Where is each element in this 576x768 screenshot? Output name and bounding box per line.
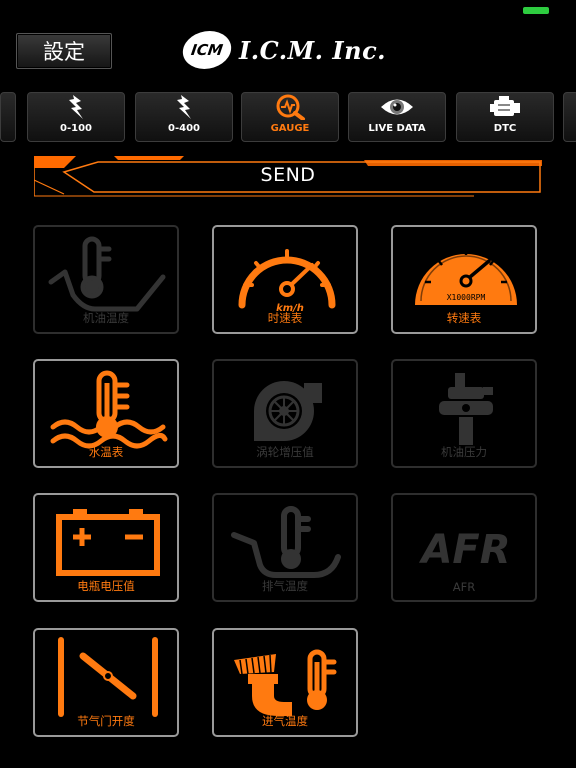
gauge-turbo[interactable]: 涡轮增压值 [212, 359, 358, 468]
svg-text:X1000RPM: X1000RPM [447, 293, 486, 302]
gauge-exhaust-temperature[interactable]: 排气温度 [212, 493, 358, 602]
gauge-battery-voltage[interactable]: 电瓶电压值 [33, 493, 179, 602]
gauge-oil-pressure[interactable]: 机油压力 [391, 359, 537, 468]
gauge-throttle[interactable]: 节气门开度 [33, 628, 179, 737]
tab-0-400[interactable]: 0-400 [135, 92, 233, 142]
tab-overflow-left[interactable] [0, 92, 16, 142]
tab-overflow-right[interactable] [563, 92, 576, 142]
gauge-label: 排气温度 [262, 579, 308, 593]
tab-dtc[interactable]: DTC [456, 92, 554, 142]
battery-indicator [523, 7, 549, 14]
lightning-icon [65, 94, 87, 120]
engine-icon [488, 94, 522, 120]
gauge-tachometer[interactable]: X1000RPM 转速表 [391, 225, 537, 334]
gauge-afr[interactable]: AFR AFR [391, 493, 537, 602]
tab-label: DTC [493, 123, 517, 134]
send-label: SEND [260, 164, 316, 186]
gauge-magnifier-icon [273, 94, 307, 120]
gauge-label: 涡轮增压值 [256, 445, 314, 459]
tab-label: 0-100 [60, 123, 92, 134]
send-button[interactable]: SEND [34, 154, 542, 198]
tab-bar: 0-100 0-400 GAUGE LIVE DATA DTC [0, 92, 576, 144]
gauge-oil-temperature[interactable]: 机油温度 [33, 225, 179, 334]
tab-0-100[interactable]: 0-100 [27, 92, 125, 142]
gauge-label: 水温表 [88, 445, 124, 459]
gauge-label: 转速表 [446, 311, 482, 325]
tab-gauge[interactable]: GAUGE [241, 92, 339, 142]
gauge-label: 节气门开度 [77, 714, 135, 728]
gauge-label: 时速表 [267, 311, 303, 325]
gauge-label: 电瓶电压值 [77, 579, 135, 593]
tab-label: 0-400 [168, 123, 200, 134]
settings-button[interactable]: 設定 [16, 33, 112, 69]
tab-label: LIVE DATA [368, 123, 426, 134]
lightning-icon [173, 94, 195, 120]
logo-badge: ICM [180, 31, 234, 69]
gauge-coolant-temperature[interactable]: 水温表 [33, 359, 179, 468]
tab-live-data[interactable]: LIVE DATA [348, 92, 446, 142]
tab-label: GAUGE [270, 123, 310, 134]
svg-text:AFR: AFR [418, 527, 510, 573]
gauge-intake-temperature[interactable]: 进气温度 [212, 628, 358, 737]
eye-icon [379, 94, 415, 120]
gauge-label: 机油温度 [83, 311, 129, 325]
gauge-label: 进气温度 [262, 714, 308, 728]
logo-text: I.C.M. Inc. [239, 35, 387, 65]
gauge-speedometer[interactable]: km/h 时速表 [212, 225, 358, 334]
gauge-label: 机油压力 [441, 445, 487, 459]
brand-logo: ICM I.C.M. Inc. [180, 31, 387, 69]
gauge-label: AFR [452, 580, 476, 594]
